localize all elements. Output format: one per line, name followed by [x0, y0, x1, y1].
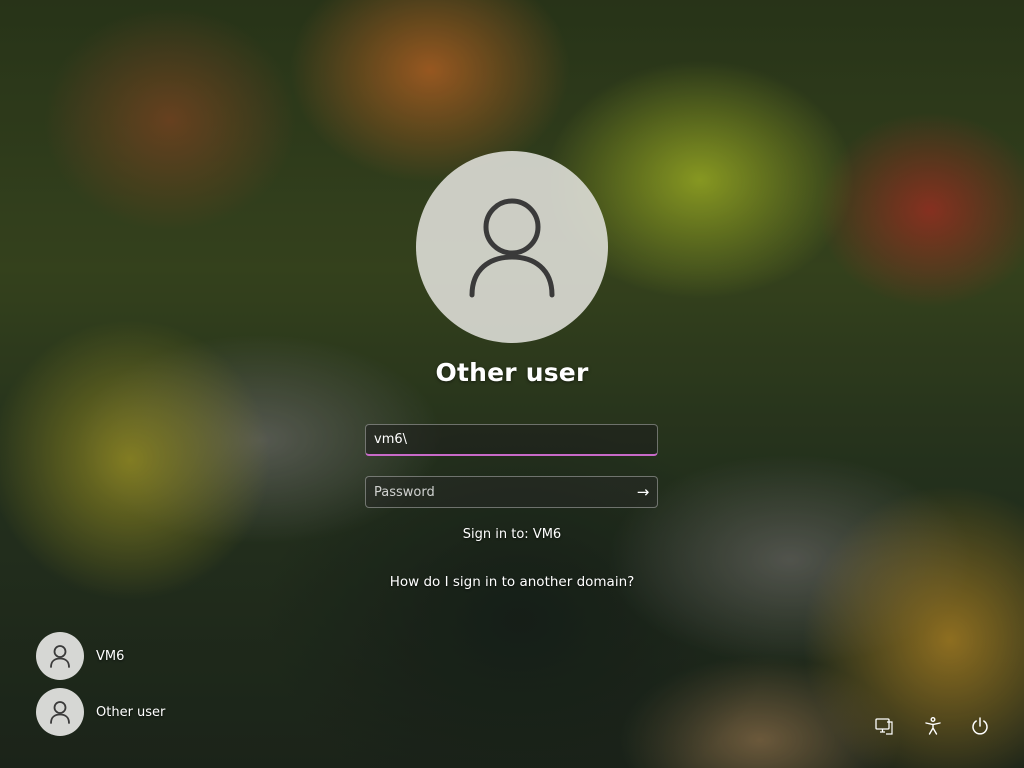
sign-in-domain-text: Sign in to: VM6 — [462, 527, 562, 542]
password-field-container: → — [365, 476, 658, 508]
network-button[interactable] — [872, 714, 896, 738]
password-input[interactable] — [366, 477, 629, 507]
user-list-item-other-user[interactable]: Other user — [36, 688, 165, 736]
accessibility-icon — [925, 717, 941, 735]
user-list-item-label: Other user — [96, 704, 166, 720]
accessibility-button[interactable] — [921, 714, 945, 738]
user-avatar — [36, 632, 84, 680]
user-avatar-large — [416, 151, 608, 343]
user-switcher-list: VM6 Other user — [36, 632, 165, 744]
power-button[interactable] — [968, 714, 992, 738]
selected-user-name: Other user — [435, 358, 589, 387]
username-input[interactable] — [366, 425, 657, 454]
user-avatar — [36, 688, 84, 736]
power-icon — [972, 717, 988, 735]
user-list-item-label: VM6 — [96, 648, 125, 664]
username-field-container — [365, 424, 658, 456]
network-icon — [875, 718, 893, 735]
submit-arrow-button[interactable]: → — [629, 477, 657, 507]
domain-help-link[interactable]: How do I sign in to another domain? — [312, 574, 712, 590]
user-icon — [469, 198, 555, 298]
user-list-item-vm6[interactable]: VM6 — [36, 632, 165, 680]
user-icon — [50, 701, 70, 724]
user-icon — [50, 645, 70, 668]
